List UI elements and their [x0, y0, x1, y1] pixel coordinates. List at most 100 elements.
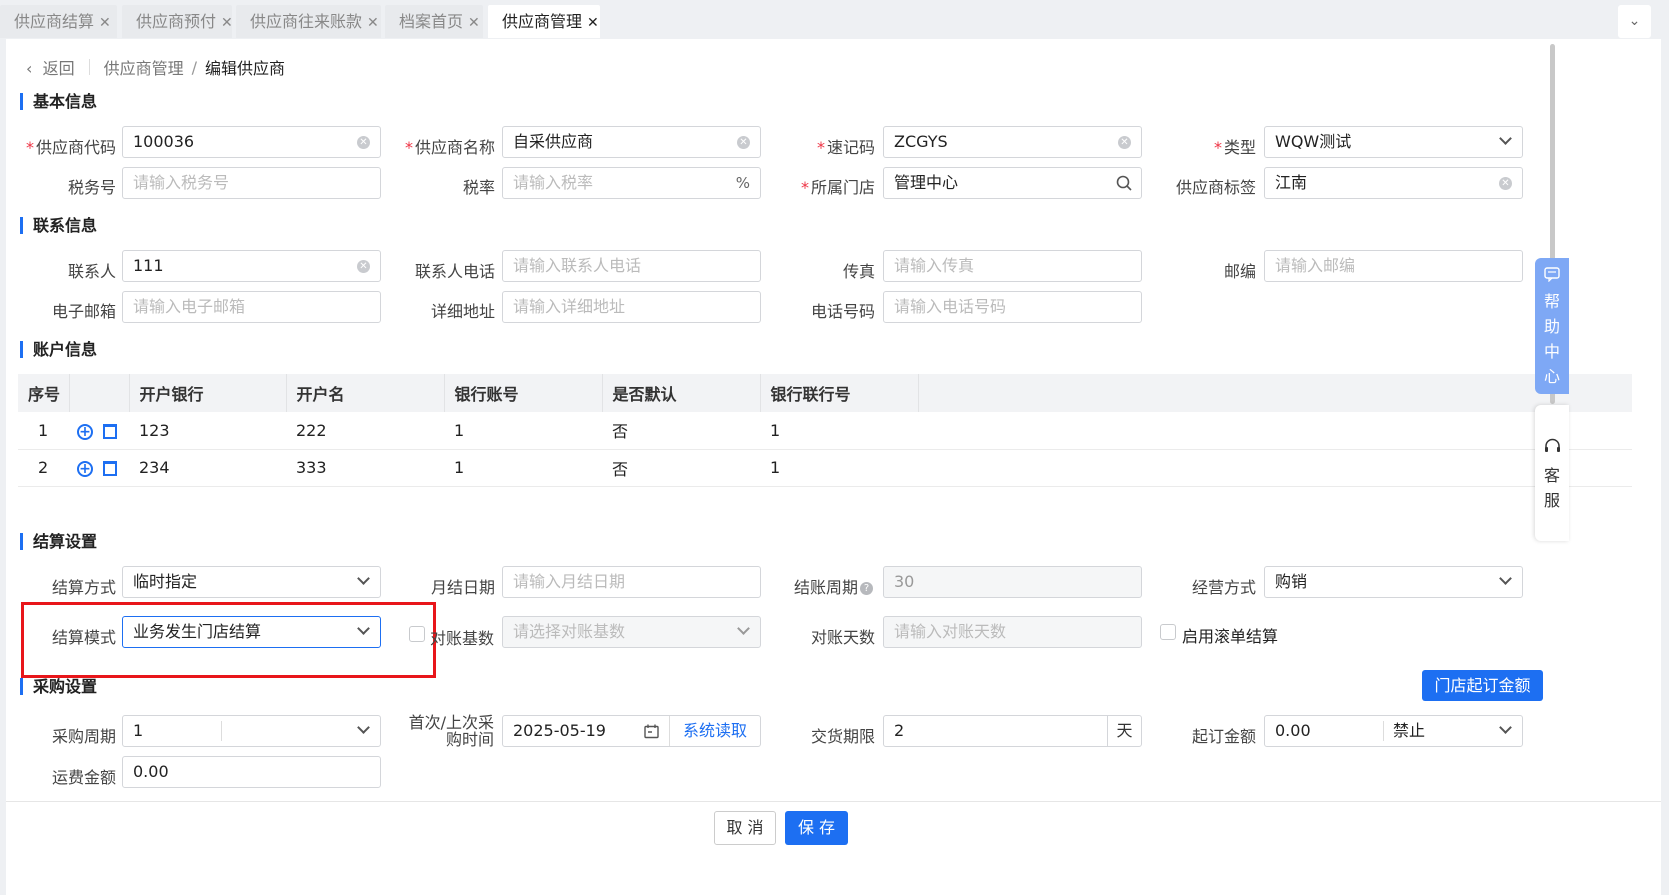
system-read-button[interactable]: 系统读取	[683, 716, 747, 746]
help-center-button[interactable]: 帮 助 中 心	[1535, 258, 1569, 394]
close-icon[interactable]: ✕	[221, 15, 233, 31]
breadcrumb-parent[interactable]: 供应商管理	[104, 55, 184, 79]
cell-account-name[interactable]: 222	[286, 412, 444, 450]
cell-bank[interactable]: 234	[129, 449, 286, 487]
section-basic-info: 基本信息	[20, 93, 97, 110]
fax-input[interactable]: 请输入传真	[883, 250, 1142, 282]
last-purchase-date-input[interactable]: 2025-05-19 系统读取	[502, 715, 761, 747]
save-button[interactable]: 保 存	[785, 811, 848, 845]
supplier-tag-input[interactable]: 江南 ✕	[1264, 167, 1523, 199]
section-purchase: 采购设置	[20, 678, 97, 695]
trash-icon[interactable]	[103, 461, 117, 476]
min-amount-input[interactable]: 0.00 禁止	[1264, 715, 1523, 747]
calendar-icon[interactable]	[644, 724, 659, 739]
fax-label: 传真	[842, 262, 875, 281]
type-label: * 类型	[1213, 138, 1256, 157]
close-icon[interactable]: ✕	[468, 15, 480, 31]
close-icon[interactable]: ✕	[587, 15, 599, 31]
clear-icon[interactable]: ✕	[1499, 177, 1512, 190]
tab-label: 供应商预付	[136, 12, 217, 31]
back-label: 返回	[42, 59, 75, 78]
email-input[interactable]: 请输入电子邮箱	[122, 291, 381, 323]
recon-base-checkbox[interactable]	[409, 626, 425, 642]
headset-icon	[1545, 438, 1560, 452]
address-label: 详细地址	[430, 302, 495, 321]
section-contact-info: 联系信息	[20, 217, 97, 234]
clear-icon[interactable]: ✕	[737, 136, 750, 149]
contact-phone-label: 联系人电话	[414, 262, 495, 281]
cell-account-no[interactable]: 1	[444, 449, 602, 487]
tax-no-input[interactable]: 请输入税务号	[122, 167, 381, 199]
tab-dropdown-button[interactable]: ⌄	[1618, 5, 1651, 38]
mnemonic-input[interactable]: ZCGYS ✕	[883, 126, 1142, 158]
cell-bank-code[interactable]: 1	[760, 449, 918, 487]
clear-icon[interactable]: ✕	[1118, 136, 1131, 149]
help-icon[interactable]: ?	[860, 582, 873, 595]
cancel-button[interactable]: 取 消	[714, 811, 776, 845]
back-link[interactable]: ‹ 返回	[26, 55, 75, 79]
supplier-code-input[interactable]: 100036 ✕	[122, 126, 381, 158]
last-purchase-time-label: 首次/上次采 购时间	[408, 713, 494, 749]
zip-input[interactable]: 请输入邮编	[1264, 250, 1523, 282]
tab-label: 供应商往来账款	[250, 12, 363, 31]
chevron-down-icon[interactable]	[357, 721, 370, 734]
close-icon[interactable]: ✕	[367, 15, 379, 31]
close-icon[interactable]: ✕	[99, 15, 111, 31]
delivery-limit-input[interactable]: 2天	[883, 715, 1142, 747]
supplier-name-input[interactable]: 自采供应商 ✕	[502, 126, 761, 158]
cell-default[interactable]: 否	[602, 412, 760, 450]
contact-person-input[interactable]: 111 ✕	[122, 250, 381, 282]
cell-account-name[interactable]: 333	[286, 449, 444, 487]
address-input[interactable]: 请输入详细地址	[502, 291, 761, 323]
tab-label: 供应商管理	[502, 12, 583, 31]
clear-icon[interactable]: ✕	[357, 260, 370, 273]
edit-supplier-page: ‹ 返回 供应商管理 / 编辑供应商 基本信息 * 供应商代码 100036 ✕ *…	[6, 39, 1661, 895]
store-min-amount-button[interactable]: 门店起订金额	[1422, 670, 1543, 701]
customer-service-button[interactable]: 客 服	[1535, 405, 1569, 541]
tab-archive-home[interactable]: 档案首页 ✕	[385, 5, 483, 38]
help-char: 中	[1543, 342, 1560, 361]
purchase-cycle-label: 采购周期	[51, 727, 116, 746]
col-bank-code: 银行联行号	[760, 374, 919, 412]
col-empty	[918, 374, 1632, 412]
chevron-down-icon	[1499, 132, 1512, 145]
col-account-name: 开户名	[286, 374, 445, 412]
tel-input[interactable]: 请输入电话号码	[883, 291, 1142, 323]
contact-phone-input[interactable]: 请输入联系人电话	[502, 250, 761, 282]
settle-method-select[interactable]: 临时指定	[122, 566, 381, 598]
cell-account-no[interactable]: 1	[444, 412, 602, 450]
rolling-settle-checkbox[interactable]	[1160, 624, 1176, 640]
add-row-icon[interactable]: +	[77, 423, 93, 440]
store-input[interactable]: 管理中心	[883, 167, 1142, 199]
recon-days-label: 对账天数	[810, 628, 875, 647]
col-bank: 开户银行	[129, 374, 287, 412]
clear-icon[interactable]: ✕	[357, 136, 370, 149]
freight-input[interactable]: 0.00	[122, 756, 381, 788]
help-char: 心	[1543, 367, 1560, 386]
chevron-down-icon	[1499, 721, 1512, 734]
tab-supplier-management[interactable]: 供应商管理 ✕	[488, 5, 600, 38]
tax-rate-input[interactable]: 请输入税率%	[502, 167, 761, 199]
tab-supplier-prepay[interactable]: 供应商预付 ✕	[122, 5, 233, 38]
search-icon[interactable]	[1116, 175, 1132, 191]
service-char: 服	[1543, 491, 1560, 510]
cell-bank[interactable]: 123	[129, 412, 286, 450]
breadcrumb: ‹ 返回 供应商管理 / 编辑供应商	[26, 55, 285, 79]
add-row-icon[interactable]: +	[77, 461, 93, 477]
type-select[interactable]: WQW测试	[1264, 126, 1523, 158]
zip-label: 邮编	[1223, 262, 1256, 281]
tab-supplier-settlement[interactable]: 供应商结算 ✕	[0, 5, 117, 38]
supplier-code-label: * 供应商代码	[25, 138, 116, 157]
biz-mode-select[interactable]: 购销	[1264, 566, 1523, 598]
trash-icon[interactable]	[103, 423, 117, 439]
month-day-input[interactable]: 请输入月结日期	[502, 566, 761, 598]
cell-bank-code[interactable]: 1	[760, 412, 918, 450]
email-label: 电子邮箱	[51, 302, 116, 321]
recon-base-label: 对账基数	[430, 629, 495, 648]
min-amount-mode-select[interactable]: 禁止	[1393, 716, 1425, 746]
day-unit: 天	[1107, 716, 1141, 746]
tab-supplier-accounts[interactable]: 供应商往来账款 ✕	[236, 5, 381, 38]
col-default: 是否默认	[602, 374, 761, 412]
cell-default[interactable]: 否	[602, 449, 760, 487]
purchase-cycle-input[interactable]: 1	[122, 715, 381, 747]
